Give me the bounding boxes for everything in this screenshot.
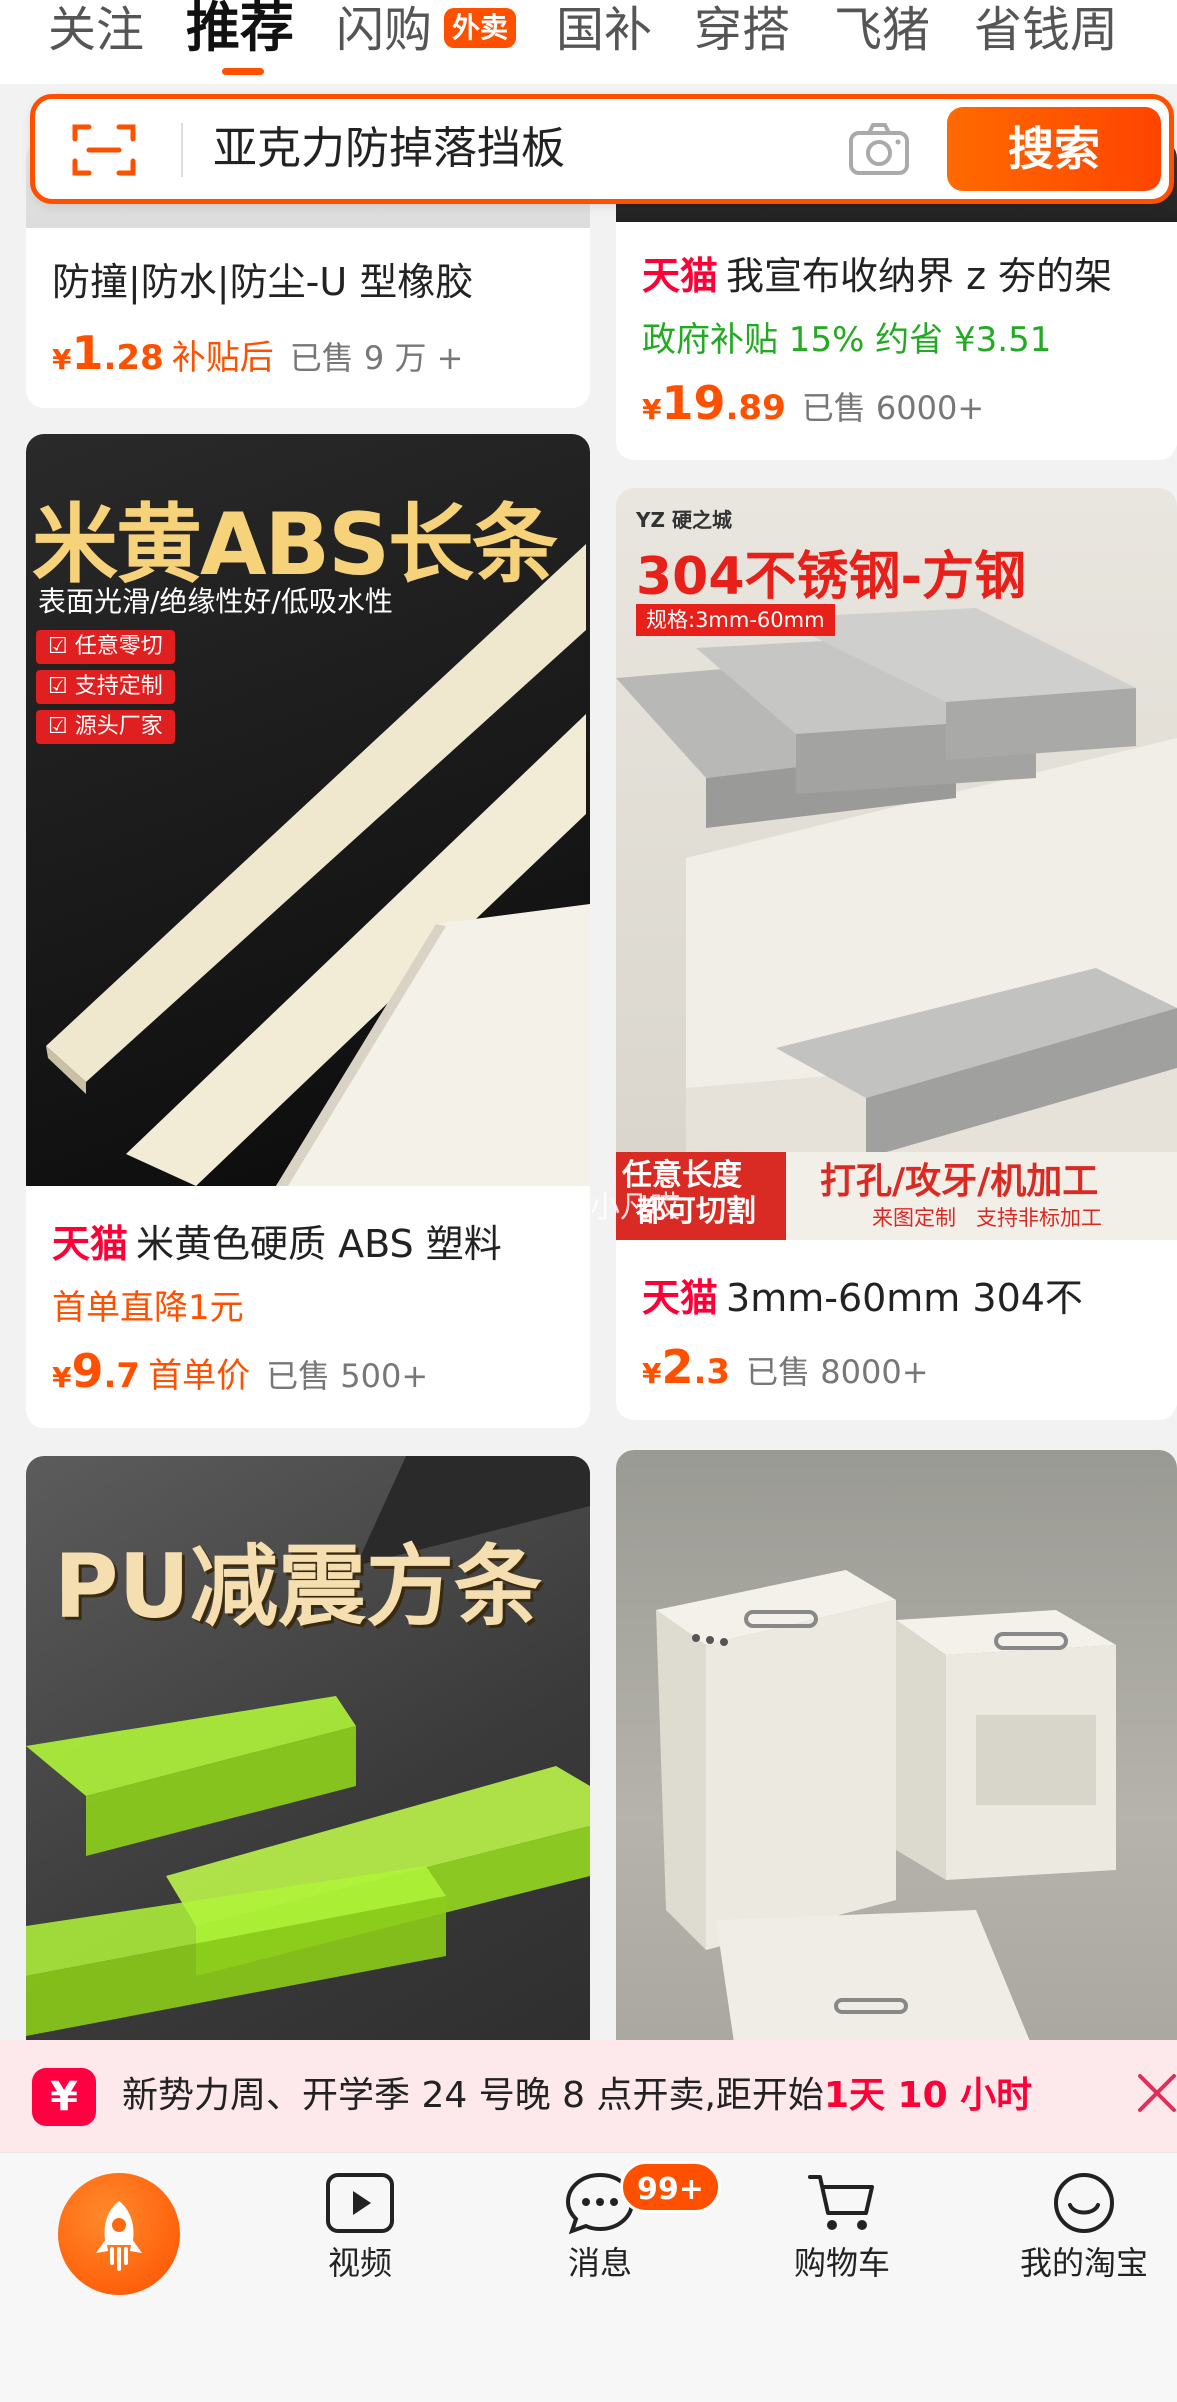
camera-icon[interactable] — [847, 121, 911, 179]
banner-message: 新势力周、开学季 24 号晚 8 点开卖,距开始1天 10 小时 — [122, 2070, 1032, 2122]
banner-message-text: 新势力周、开学季 24 号晚 8 点开卖,距开始 — [122, 2075, 824, 2116]
product-image: PU减震方条 — [26, 1456, 590, 2056]
nav-cart-label: 购物车 — [793, 2244, 890, 2282]
price-line: ¥2.3 已售 8000+ — [642, 1340, 929, 1394]
price-integer: 9 — [71, 1344, 104, 1398]
product-card-6[interactable] — [616, 1450, 1177, 2056]
tmall-tag: 天猫 — [642, 254, 719, 298]
product-card-4[interactable]: YZ 硬之城 304不锈钢-方钢 规格:3mm-60mm 任意长度 都可切割 打… — [616, 488, 1177, 1420]
white-boxes-illustration — [656, 1570, 1116, 2056]
search-input[interactable]: 亚克力防掉落挡板 — [213, 121, 773, 177]
active-tab-indicator — [222, 68, 264, 75]
product-title: 天猫 我宣布收纳界 z 夯的架 — [642, 252, 1112, 300]
nav-video-label: 视频 — [327, 2244, 392, 2282]
nav-video[interactable]: 视频 — [270, 2171, 450, 2285]
home-rocket-button[interactable] — [58, 2173, 180, 2295]
video-icon — [326, 2173, 394, 2233]
currency-symbol: ¥ — [52, 343, 72, 376]
search-bar: 亚克力防掉落挡板 搜索 — [30, 94, 1174, 204]
product-title-text: 米黄色硬质 ABS 塑料 — [136, 1222, 502, 1266]
top-tab-bar: 关注 推荐 闪购 外卖 国补 穿搭 飞猪 省钱周 — [0, 0, 1177, 84]
tmall-tag: 天猫 — [642, 1276, 719, 1320]
scan-icon[interactable] — [71, 121, 137, 179]
tmall-tag: 天猫 — [52, 1222, 129, 1266]
image-spec: 规格:3mm-60mm — [636, 604, 835, 636]
product-card-3[interactable]: 米黄ABS长条 表面光滑/绝缘性好/低吸水性 ☑ 任意零切 ☑ 支持定制 ☑ 源… — [26, 434, 590, 1428]
nav-my-taobao[interactable]: 我的淘宝 — [994, 2171, 1174, 2285]
price-line: ¥9.7 首单价 已售 500+ — [52, 1344, 428, 1398]
price-decimal: .28 — [103, 338, 164, 378]
image-subtitle: 表面光滑/绝缘性好/低吸水性 — [38, 585, 393, 618]
sold-count: 已售 8000+ — [746, 1353, 929, 1391]
promo-text: 首单直降1元 — [52, 1288, 244, 1328]
search-divider — [181, 123, 183, 177]
rocket-icon — [96, 2201, 142, 2271]
price-line: ¥19.89 已售 6000+ — [642, 376, 984, 430]
tab-recommend[interactable]: 推荐 — [186, 0, 294, 56]
cart-icon — [808, 2175, 874, 2230]
nav-messages-label: 消息 — [567, 2244, 632, 2282]
nav-my-taobao-label: 我的淘宝 — [1019, 2244, 1148, 2282]
close-icon[interactable] — [1134, 2070, 1177, 2116]
image-headline: 304不锈钢-方钢 — [636, 547, 1027, 607]
product-image — [616, 1450, 1177, 2056]
price-decimal: .89 — [725, 388, 786, 428]
image-point-text: 源头厂家 — [74, 714, 163, 739]
product-image: YZ 硬之城 304不锈钢-方钢 规格:3mm-60mm 任意长度 都可切割 打… — [616, 488, 1177, 1240]
yen-icon: ¥ — [32, 2068, 96, 2126]
price-label: 补贴后 — [171, 338, 274, 378]
price-integer: 1 — [71, 326, 104, 380]
price-decimal: .3 — [693, 1352, 731, 1392]
currency-symbol: ¥ — [642, 393, 662, 426]
image-headline: PU减震方条 — [54, 1535, 542, 1638]
message-count-badge: 99+ — [620, 2161, 721, 2213]
product-title-text: 3mm-60mm 304不 — [726, 1276, 1083, 1320]
price-integer: 2 — [661, 1340, 694, 1394]
subsidy-text: 政府补贴 15% 约省 ¥3.51 — [642, 320, 1052, 360]
search-button[interactable]: 搜索 — [947, 107, 1161, 191]
promo-banner[interactable]: ¥ 新势力周、开学季 24 号晚 8 点开卖,距开始1天 10 小时 — [0, 2040, 1177, 2152]
image-brand: YZ 硬之城 — [636, 508, 732, 532]
tab-flash-buy[interactable]: 闪购 — [336, 2, 432, 58]
image-footer-right: 打孔/攻牙/机加工 来图定制 支持非标加工 — [786, 1152, 1177, 1240]
product-title: 天猫 米黄色硬质 ABS 塑料 — [52, 1220, 502, 1268]
tab-savings-week[interactable]: 省钱周 — [974, 2, 1118, 58]
image-footer-right-sub: 来图定制 支持非标加工 — [872, 1206, 1103, 1230]
tab-national-subsidy[interactable]: 国补 — [556, 2, 652, 58]
product-image: 米黄ABS长条 表面光滑/绝缘性好/低吸水性 ☑ 任意零切 ☑ 支持定制 ☑ 源… — [26, 434, 590, 1186]
product-card-5[interactable]: PU减震方条 — [26, 1456, 590, 2056]
sold-count: 已售 6000+ — [801, 389, 985, 427]
price-label: 首单价 — [148, 1356, 251, 1396]
image-footer-right-title: 打孔/攻牙/机加工 — [820, 1161, 1099, 1202]
product-title-text: 我宣布收纳界 z 夯的架 — [726, 254, 1113, 298]
image-point-text: 支持定制 — [74, 674, 163, 699]
image-brand-text: 硬之城 — [671, 508, 732, 532]
product-title: 天猫 3mm-60mm 304不 — [642, 1274, 1083, 1322]
image-point-3: ☑ 源头厂家 — [36, 710, 175, 744]
sold-count: 已售 9 万 + — [289, 339, 464, 377]
nav-cart[interactable]: 购物车 — [752, 2171, 932, 2285]
bottom-nav: 视频 消息 99+ 购物车 我的淘宝 — [0, 2152, 1177, 2402]
tab-outfits[interactable]: 穿搭 — [694, 2, 790, 58]
watermark: @是先生的小凡哎 — [440, 1190, 680, 1225]
image-point-1: ☑ 任意零切 — [36, 630, 175, 664]
tab-fliggy[interactable]: 飞猪 — [834, 2, 930, 58]
price-line: ¥1.28 补贴后 已售 9 万 + — [52, 326, 463, 380]
tab-follow[interactable]: 关注 — [48, 2, 144, 58]
currency-symbol: ¥ — [52, 1361, 72, 1394]
takeout-badge: 外卖 — [444, 8, 517, 48]
price-decimal: .7 — [103, 1356, 141, 1396]
currency-symbol: ¥ — [642, 1357, 662, 1390]
image-point-text: 任意零切 — [74, 634, 163, 659]
banner-countdown: 1天 10 小时 — [823, 2075, 1033, 2116]
profile-icon — [1054, 2173, 1114, 2233]
sold-count: 已售 500+ — [266, 1357, 429, 1395]
product-title: 防撞|防水|防尘-U 型橡胶 — [52, 260, 474, 304]
price-integer: 19 — [661, 376, 726, 430]
image-point-2: ☑ 支持定制 — [36, 670, 175, 704]
